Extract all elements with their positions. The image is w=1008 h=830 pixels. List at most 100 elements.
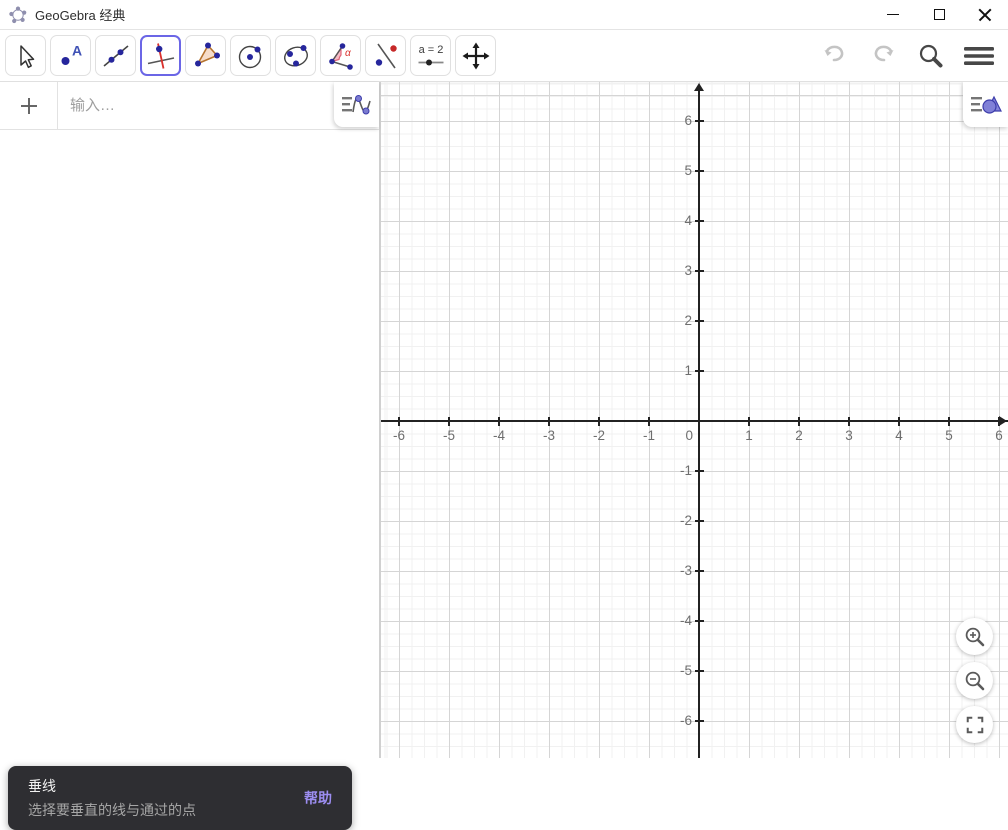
y-axis-tick xyxy=(695,320,704,322)
x-axis xyxy=(381,420,1008,422)
search-icon xyxy=(916,41,946,71)
tool-point-button[interactable]: A xyxy=(50,35,91,76)
geogebra-logo-icon xyxy=(9,6,27,24)
y-axis-tick xyxy=(695,720,704,722)
y-axis-label: 2 xyxy=(662,313,692,328)
move-graphics-view-icon xyxy=(461,41,491,71)
x-axis-tick xyxy=(898,417,900,426)
close-icon xyxy=(978,8,992,22)
y-axis-arrow-icon xyxy=(694,83,704,91)
tool-slider-button[interactable]: a = 2 xyxy=(410,35,451,76)
x-axis-label: -5 xyxy=(434,428,464,443)
y-axis-label: -6 xyxy=(662,713,692,728)
redo-button[interactable] xyxy=(866,39,900,73)
y-axis-label: 6 xyxy=(662,113,692,128)
y-axis-label: -1 xyxy=(662,463,692,478)
algebra-view: 垂线 选择要垂直的线与通过的点 帮助 xyxy=(0,82,381,758)
minimize-button[interactable] xyxy=(870,0,916,29)
x-axis-tick xyxy=(798,417,800,426)
search-button[interactable] xyxy=(914,39,948,73)
tool-angle-button[interactable]: α xyxy=(320,35,361,76)
x-axis-tick xyxy=(948,417,950,426)
x-axis-tick xyxy=(448,417,450,426)
reflect-about-line-icon xyxy=(371,41,401,71)
y-axis-tick xyxy=(695,470,704,472)
x-axis-tick xyxy=(598,417,600,426)
help-link[interactable]: 帮助 xyxy=(292,788,332,808)
x-axis-label: 6 xyxy=(984,428,1008,443)
y-axis xyxy=(698,88,700,758)
x-axis-tick xyxy=(548,417,550,426)
svg-text:a = 2: a = 2 xyxy=(418,44,443,56)
undo-icon xyxy=(820,41,850,71)
main-area: 垂线 选择要垂直的线与通过的点 帮助 -6-5-4-3-2-1123456654… xyxy=(0,82,1008,758)
svg-text:A: A xyxy=(72,42,82,58)
angle-icon: α xyxy=(326,41,356,71)
x-axis-label: -4 xyxy=(484,428,514,443)
line-icon xyxy=(101,41,131,71)
x-axis-arrow-icon xyxy=(999,416,1007,426)
x-axis-tick xyxy=(748,417,750,426)
ellipse-icon xyxy=(281,41,311,71)
y-axis-tick xyxy=(695,520,704,522)
svg-text:α: α xyxy=(345,48,351,59)
zoom-in-button[interactable] xyxy=(956,618,993,655)
x-axis-tick xyxy=(848,417,850,426)
x-axis-label: -2 xyxy=(584,428,614,443)
tool-polygon-button[interactable] xyxy=(185,35,226,76)
tool-move-button[interactable] xyxy=(5,35,46,76)
x-axis-label: 1 xyxy=(734,428,764,443)
algebra-input[interactable] xyxy=(58,82,379,129)
y-axis-tick xyxy=(695,570,704,572)
algebra-stylebar-button[interactable] xyxy=(334,82,379,127)
menu-button[interactable] xyxy=(962,39,996,73)
tool-tooltip: 垂线 选择要垂直的线与通过的点 帮助 xyxy=(8,766,352,830)
y-axis-label: 4 xyxy=(662,213,692,228)
add-expression-button[interactable] xyxy=(0,82,58,129)
x-axis-label: 3 xyxy=(834,428,864,443)
minimize-icon xyxy=(887,14,899,15)
zoom-out-button[interactable] xyxy=(956,662,993,699)
y-axis-label: 3 xyxy=(662,263,692,278)
tool-reflect-button[interactable] xyxy=(365,35,406,76)
x-axis-label: 2 xyxy=(784,428,814,443)
undo-button[interactable] xyxy=(818,39,852,73)
graphics-stylebar-button[interactable] xyxy=(963,82,1008,127)
y-axis-tick xyxy=(695,170,704,172)
graphics-stylebar-icon xyxy=(970,92,1002,118)
menu-icon xyxy=(963,41,995,71)
tool-circle-button[interactable] xyxy=(230,35,271,76)
point-icon: A xyxy=(56,41,86,71)
x-axis-label: 5 xyxy=(934,428,964,443)
maximize-button[interactable] xyxy=(916,0,962,29)
graphics-view[interactable]: -6-5-4-3-2-1123456654321-1-2-3-4-5-6 0 xyxy=(381,82,1008,758)
fullscreen-button[interactable] xyxy=(956,706,993,743)
y-axis-tick xyxy=(695,670,704,672)
tool-line-button[interactable] xyxy=(95,35,136,76)
tool-perpendicular-line-button[interactable] xyxy=(140,35,181,76)
slider-icon: a = 2 xyxy=(416,41,446,71)
toolbar: A xyxy=(0,30,1008,82)
y-axis-tick xyxy=(695,620,704,622)
algebra-stylebar-icon xyxy=(341,92,373,118)
y-axis-label: -5 xyxy=(662,663,692,678)
x-axis-tick xyxy=(498,417,500,426)
origin-label: 0 xyxy=(663,428,693,443)
close-button[interactable] xyxy=(962,0,1008,29)
y-axis-label: 1 xyxy=(662,363,692,378)
polygon-icon xyxy=(191,41,221,71)
fullscreen-icon xyxy=(965,715,985,735)
tooltip-description: 选择要垂直的线与通过的点 xyxy=(28,800,292,820)
app-title: GeoGebra 经典 xyxy=(35,5,125,24)
plus-icon xyxy=(18,95,40,117)
circle-center-point-icon xyxy=(236,41,266,71)
y-axis-tick xyxy=(695,220,704,222)
y-axis-tick xyxy=(695,370,704,372)
tool-move-graphics-button[interactable] xyxy=(455,35,496,76)
tool-ellipse-button[interactable] xyxy=(275,35,316,76)
y-axis-label: 5 xyxy=(662,163,692,178)
tooltip-title: 垂线 xyxy=(28,776,292,796)
zoom-out-icon xyxy=(964,670,986,692)
x-axis-tick xyxy=(398,417,400,426)
x-axis-tick xyxy=(648,417,650,426)
